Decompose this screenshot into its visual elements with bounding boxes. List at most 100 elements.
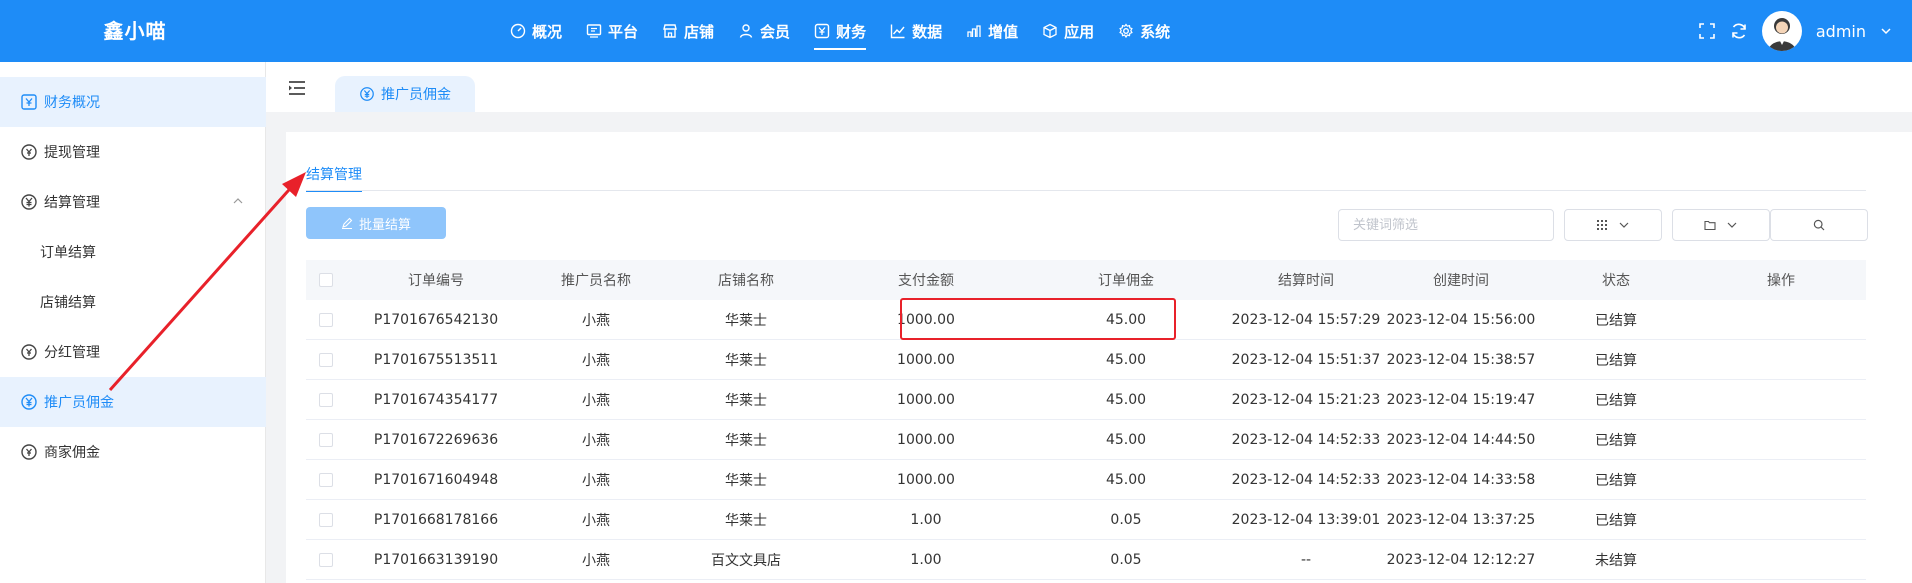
cube-icon bbox=[1042, 23, 1058, 39]
nav-label: 会员 bbox=[760, 22, 791, 41]
folder-icon bbox=[1704, 219, 1716, 231]
store-name: 百文文具店 bbox=[711, 552, 781, 569]
menu-fold-icon[interactable] bbox=[288, 80, 306, 96]
promoter-name: 小燕 bbox=[582, 392, 610, 409]
nav-item-apps[interactable]: 应用 bbox=[1030, 0, 1106, 62]
sidebar-item-label: 订单结算 bbox=[40, 245, 96, 261]
order-commission: 45.00 bbox=[1105, 311, 1147, 328]
order-number: P1701674354177 bbox=[373, 391, 499, 408]
search-button[interactable] bbox=[1770, 209, 1868, 241]
nav-item-system[interactable]: 系统 bbox=[1106, 0, 1182, 62]
settle-time: 2023-12-04 13:39:01 bbox=[1231, 511, 1381, 528]
avatar[interactable] bbox=[1761, 11, 1802, 51]
user-icon bbox=[738, 23, 754, 39]
row-checkbox[interactable] bbox=[306, 392, 346, 407]
subtab-settlement-management[interactable]: 结算管理 bbox=[306, 164, 362, 192]
nav-item-platform[interactable]: 平台 bbox=[574, 0, 650, 62]
order-commission: 45.00 bbox=[1105, 471, 1147, 488]
sidebar-item-withdraw[interactable]: 提现管理 bbox=[0, 127, 266, 177]
subtab-divider bbox=[306, 190, 1866, 191]
nav-label: 应用 bbox=[1064, 22, 1095, 41]
top-right-tools: admin bbox=[1698, 0, 1892, 62]
main-nav: 概况 平台 店铺 会员 财务 数据 增值 应用 系统 bbox=[498, 0, 1182, 62]
monitor-icon bbox=[586, 23, 602, 39]
nav-item-data[interactable]: 数据 bbox=[878, 0, 954, 62]
keyword-search-input[interactable] bbox=[1338, 209, 1554, 241]
sidebar-item-label: 结算管理 bbox=[44, 195, 100, 211]
store-name: 华莱士 bbox=[725, 472, 767, 489]
settle-time: 2023-12-04 14:52:33 bbox=[1231, 471, 1381, 488]
settle-time: 2023-12-04 15:21:23 bbox=[1231, 391, 1381, 408]
tab-promoter-commission[interactable]: 推广员佣金 bbox=[335, 76, 475, 112]
table-row: P1701668178166 小燕 华莱士 1.00 0.05 2023-12-… bbox=[306, 500, 1866, 540]
export-dropdown[interactable] bbox=[1672, 209, 1770, 241]
store-name: 华莱士 bbox=[725, 352, 767, 369]
settle-time: 2023-12-04 14:52:33 bbox=[1231, 431, 1381, 448]
order-number: P1701663139190 bbox=[373, 551, 499, 568]
row-checkbox[interactable] bbox=[306, 512, 346, 527]
promoter-name: 小燕 bbox=[582, 472, 610, 489]
store-name: 华莱士 bbox=[725, 312, 767, 329]
promoter-name: 小燕 bbox=[582, 512, 610, 529]
table-row: P1701676542130 小燕 华莱士 1000.00 45.00 2023… bbox=[306, 300, 1866, 340]
store-name: 华莱士 bbox=[725, 512, 767, 529]
row-checkbox[interactable] bbox=[306, 472, 346, 487]
sidebar-item-finance-overview[interactable]: 财务概况 bbox=[0, 77, 266, 127]
column-header: 支付金额 bbox=[898, 273, 954, 289]
sidebar-item-order-settlement[interactable]: 订单结算 bbox=[0, 227, 266, 277]
sidebar-item-settlement[interactable]: 结算管理 bbox=[0, 177, 266, 227]
nav-item-store[interactable]: 店铺 bbox=[650, 0, 726, 62]
row-checkbox[interactable] bbox=[306, 432, 346, 447]
select-all-checkbox[interactable] bbox=[306, 273, 346, 287]
column-header: 创建时间 bbox=[1433, 273, 1489, 289]
promoter-name: 小燕 bbox=[582, 352, 610, 369]
search-icon bbox=[1813, 219, 1825, 231]
settle-time: 2023-12-04 15:51:37 bbox=[1231, 351, 1381, 368]
row-checkbox[interactable] bbox=[306, 352, 346, 367]
line-chart-icon bbox=[890, 23, 906, 39]
refresh-icon[interactable] bbox=[1730, 22, 1748, 40]
yen-icon bbox=[359, 86, 375, 102]
sidebar-item-label: 店铺结算 bbox=[40, 295, 96, 311]
status: 已结算 bbox=[1595, 312, 1637, 329]
payment-amount: 1000.00 bbox=[897, 471, 955, 488]
column-header: 订单编号 bbox=[408, 273, 464, 289]
status: 已结算 bbox=[1595, 392, 1637, 409]
nav-item-member[interactable]: 会员 bbox=[726, 0, 802, 62]
edit-icon bbox=[341, 217, 353, 229]
create-time: 2023-12-04 15:38:57 bbox=[1386, 351, 1536, 368]
sidebar-item-label: 提现管理 bbox=[44, 145, 100, 161]
sidebar-item-dividend[interactable]: 分红管理 bbox=[0, 327, 266, 377]
create-time: 2023-12-04 12:12:27 bbox=[1386, 551, 1536, 568]
batch-settle-button[interactable]: 批量结算 bbox=[306, 207, 446, 239]
payment-amount: 1000.00 bbox=[897, 431, 955, 448]
status: 已结算 bbox=[1595, 512, 1637, 529]
chevron-down-icon bbox=[1726, 219, 1738, 231]
column-header: 结算时间 bbox=[1278, 273, 1334, 289]
nav-label: 系统 bbox=[1140, 22, 1171, 41]
payment-amount: 1.00 bbox=[910, 511, 942, 528]
nav-label: 增值 bbox=[988, 22, 1019, 41]
page-tabs-bar: 推广员佣金 bbox=[266, 62, 1912, 112]
nav-item-overview[interactable]: 概况 bbox=[498, 0, 574, 62]
table-header: 订单编号 推广员名称 店铺名称 支付金额 订单佣金 结算时间 创建时间 状态 操… bbox=[306, 260, 1866, 300]
chevron-down-icon[interactable] bbox=[1880, 25, 1892, 37]
column-view-dropdown[interactable] bbox=[1564, 209, 1662, 241]
order-commission: 45.00 bbox=[1105, 351, 1147, 368]
create-time: 2023-12-04 13:37:25 bbox=[1386, 511, 1536, 528]
coin-icon bbox=[20, 143, 38, 161]
app-logo[interactable]: 鑫小喵 bbox=[0, 0, 270, 62]
nav-item-finance[interactable]: 财务 bbox=[802, 0, 878, 62]
user-name[interactable]: admin bbox=[1816, 22, 1866, 41]
nav-item-value-added[interactable]: 增值 bbox=[954, 0, 1030, 62]
sidebar-item-store-settlement[interactable]: 店铺结算 bbox=[0, 277, 266, 327]
sidebar-item-promoter-commission[interactable]: 推广员佣金 bbox=[0, 377, 266, 427]
sidebar-item-merchant-commission[interactable]: 商家佣金 bbox=[0, 427, 266, 477]
row-checkbox[interactable] bbox=[306, 312, 346, 327]
fullscreen-icon[interactable] bbox=[1698, 22, 1716, 40]
create-time: 2023-12-04 15:56:00 bbox=[1386, 311, 1536, 328]
payment-amount: 1000.00 bbox=[897, 311, 955, 328]
settle-time: -- bbox=[1300, 551, 1312, 568]
order-number: P1701676542130 bbox=[373, 311, 499, 328]
row-checkbox[interactable] bbox=[306, 552, 346, 567]
